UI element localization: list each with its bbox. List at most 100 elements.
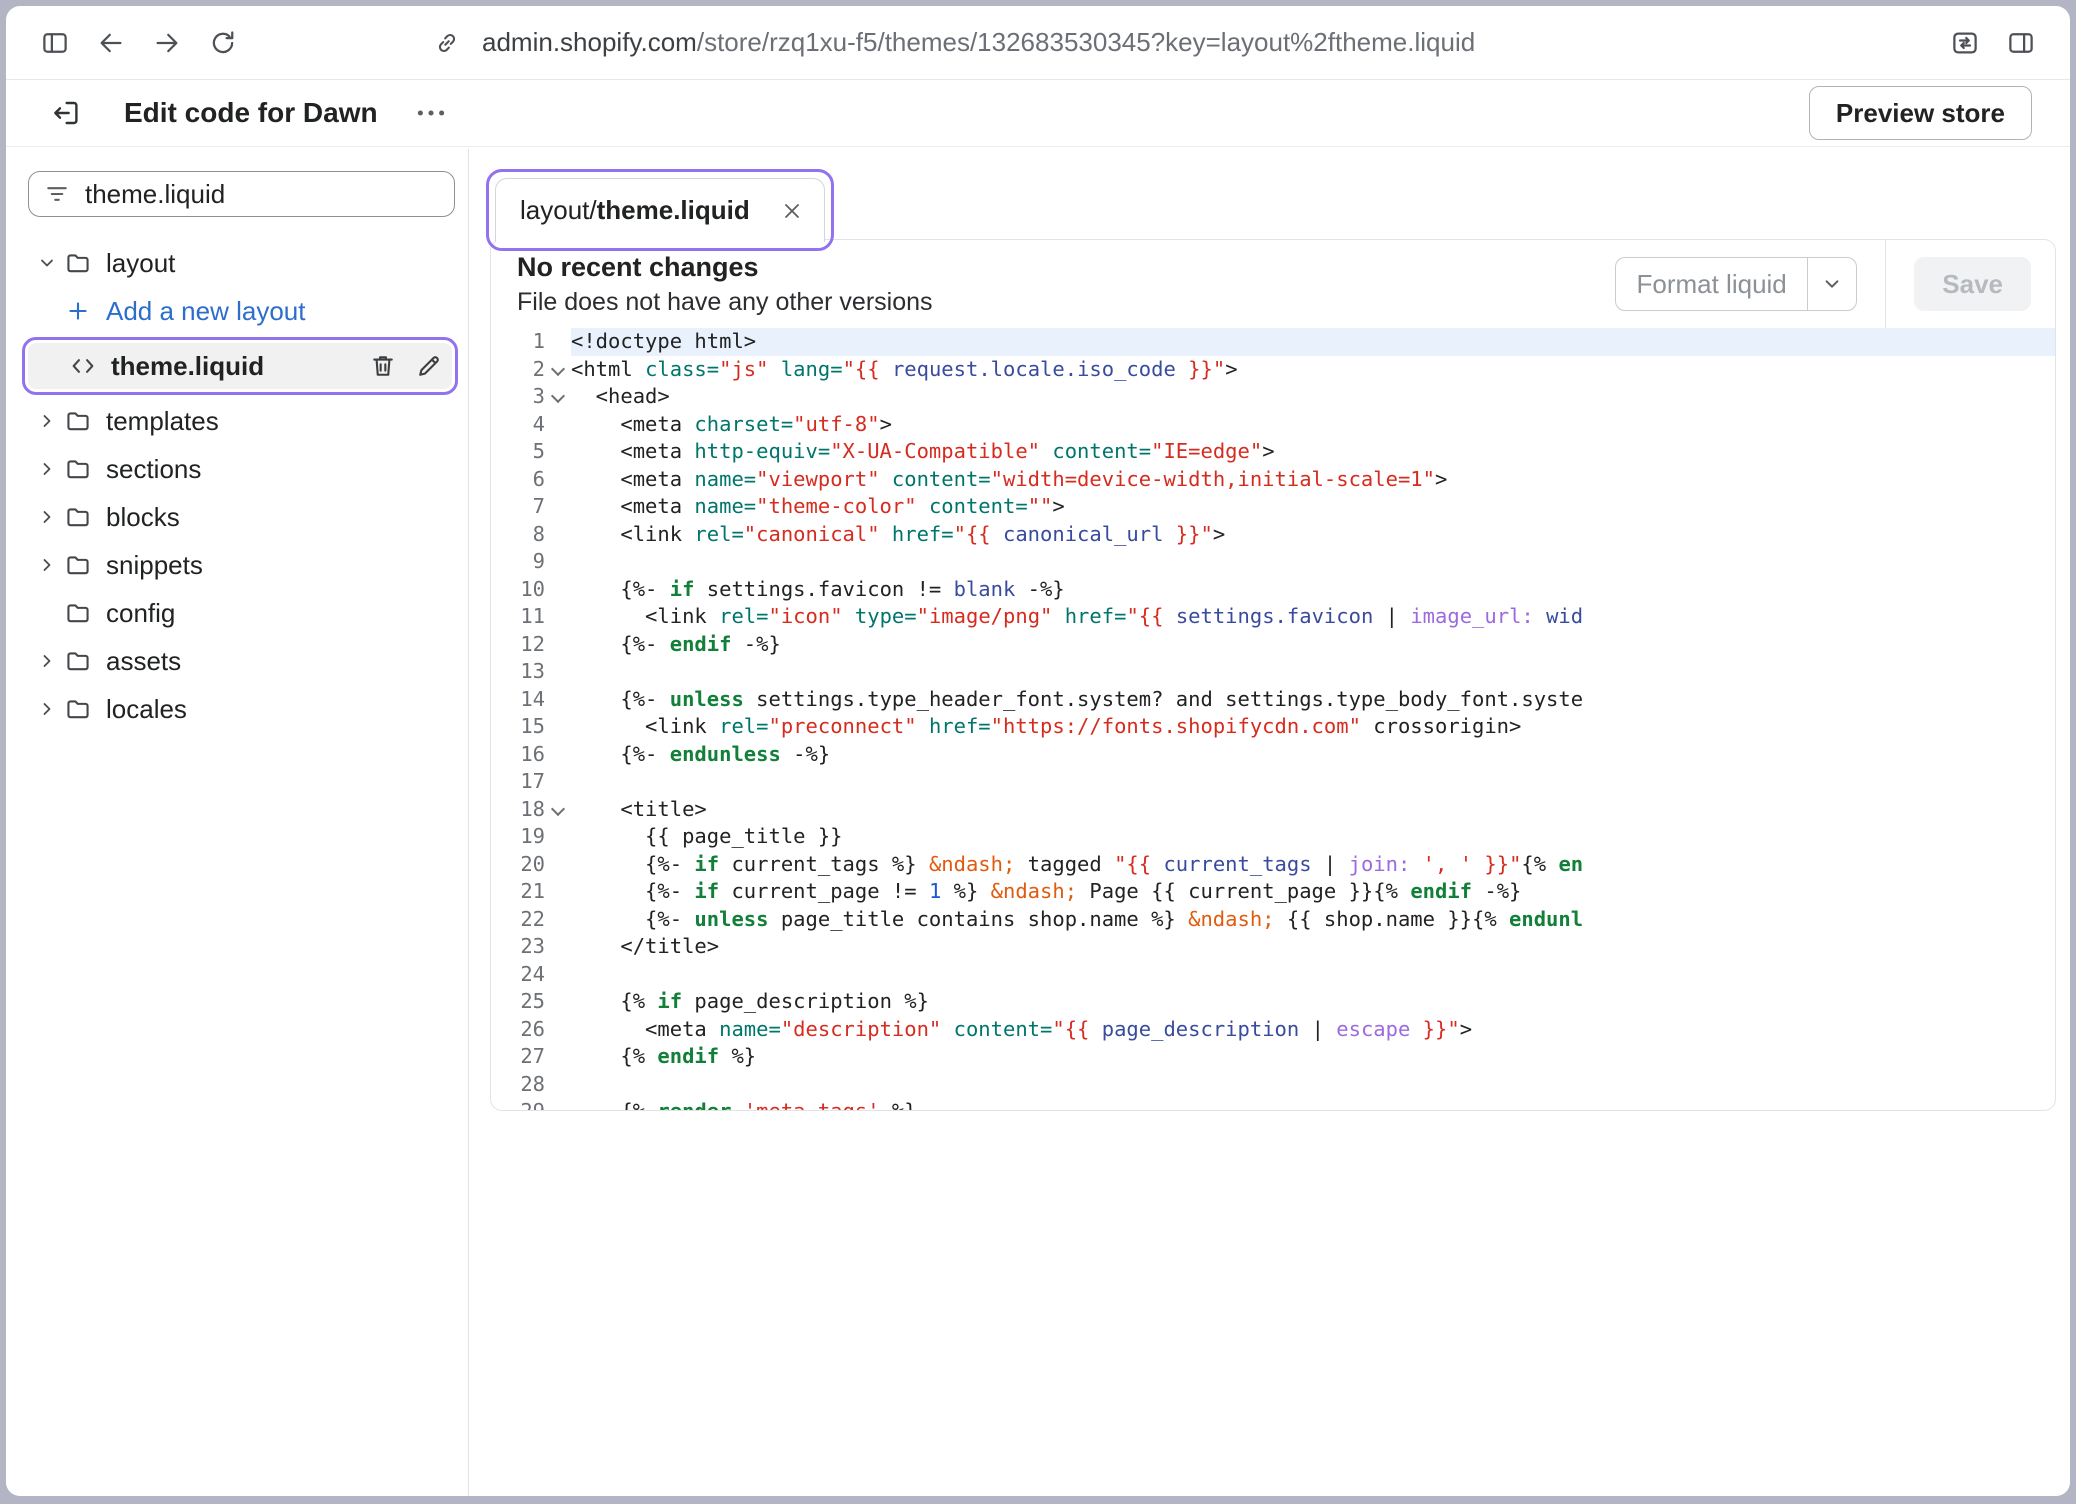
fold-spacer xyxy=(545,823,571,851)
sidebar-toggle-icon[interactable] xyxy=(32,20,78,66)
chevron-right-icon[interactable] xyxy=(30,649,64,673)
chevron-right-icon[interactable] xyxy=(30,505,64,529)
code-line-17[interactable]: 17 xyxy=(491,768,2055,796)
code-line-6[interactable]: 6 <meta name="viewport" content="width=d… xyxy=(491,466,2055,494)
tab-close-icon[interactable] xyxy=(780,199,804,223)
sidebar-folder-locales[interactable]: locales xyxy=(6,685,468,733)
preview-store-button[interactable]: Preview store xyxy=(1809,86,2032,140)
code-line-4[interactable]: 4 <meta charset="utf-8"> xyxy=(491,411,2055,439)
sidebar-folder-blocks[interactable]: blocks xyxy=(6,493,468,541)
code-line-13[interactable]: 13 xyxy=(491,658,2055,686)
code-line-9[interactable]: 9 xyxy=(491,548,2055,576)
fold-spacer xyxy=(545,906,571,934)
code-line-16[interactable]: 16 {%- endunless -%} xyxy=(491,741,2055,769)
folder-icon xyxy=(64,455,104,483)
file-search-box[interactable] xyxy=(28,171,455,217)
line-number: 21 xyxy=(491,878,545,906)
code-line-1[interactable]: 1<!doctype html> xyxy=(491,328,2055,356)
line-number: 15 xyxy=(491,713,545,741)
code-line-text xyxy=(571,658,2055,686)
split-view-icon[interactable] xyxy=(1998,20,2044,66)
code-line-26[interactable]: 26 <meta name="description" content="{{ … xyxy=(491,1016,2055,1044)
code-line-23[interactable]: 23 </title> xyxy=(491,933,2055,961)
code-line-text: <meta name="viewport" content="width=dev… xyxy=(571,466,2055,494)
chevron-right-icon[interactable] xyxy=(30,553,64,577)
fold-chevron-icon[interactable] xyxy=(545,383,571,411)
fold-chevron-icon[interactable] xyxy=(545,796,571,824)
browser-toolbar: admin.shopify.com/store/rzq1xu-f5/themes… xyxy=(6,6,2070,80)
fold-spacer xyxy=(545,438,571,466)
sidebar-folder-templates[interactable]: templates xyxy=(6,397,468,445)
chevron-right-icon[interactable] xyxy=(30,457,64,481)
chevron-down-icon[interactable] xyxy=(1808,271,1856,297)
code-line-7[interactable]: 7 <meta name="theme-color" content=""> xyxy=(491,493,2055,521)
file-search-input[interactable] xyxy=(85,179,440,210)
tab-theme-liquid[interactable]: layout/theme.liquid xyxy=(495,178,825,242)
code-line-15[interactable]: 15 <link rel="preconnect" href="https://… xyxy=(491,713,2055,741)
chevron-right-icon[interactable] xyxy=(30,409,64,433)
chevron-right-icon[interactable] xyxy=(30,697,64,721)
forward-icon[interactable] xyxy=(144,20,190,66)
folder-icon xyxy=(64,647,104,675)
fold-spacer xyxy=(545,878,571,906)
code-line-text: {% render 'meta-tags' %} xyxy=(571,1098,2055,1111)
format-liquid-button[interactable]: Format liquid xyxy=(1615,257,1857,311)
code-line-29[interactable]: 29 {% render 'meta-tags' %} xyxy=(491,1098,2055,1111)
code-line-21[interactable]: 21 {%- if current_page != 1 %} &ndash; P… xyxy=(491,878,2055,906)
code-line-12[interactable]: 12 {%- endif -%} xyxy=(491,631,2055,659)
fold-spacer xyxy=(545,1071,571,1099)
save-button[interactable]: Save xyxy=(1914,257,2031,311)
back-icon[interactable] xyxy=(88,20,134,66)
code-line-28[interactable]: 28 xyxy=(491,1071,2055,1099)
delete-file-icon[interactable] xyxy=(360,352,406,380)
browser-extension-icon[interactable] xyxy=(1942,20,1988,66)
sidebar-folder-snippets[interactable]: snippets xyxy=(6,541,468,589)
code-line-text: {% if page_description %} xyxy=(571,988,2055,1016)
code-line-22[interactable]: 22 {%- unless page_title contains shop.n… xyxy=(491,906,2055,934)
code-line-27[interactable]: 27 {% endif %} xyxy=(491,1043,2055,1071)
fold-spacer xyxy=(545,933,571,961)
fold-spacer xyxy=(545,1098,571,1111)
code-editor[interactable]: 1<!doctype html>2<html class="js" lang="… xyxy=(491,328,2055,1111)
code-line-20[interactable]: 20 {%- if current_tags %} &ndash; tagged… xyxy=(491,851,2055,879)
fold-spacer xyxy=(545,988,571,1016)
format-liquid-label: Format liquid xyxy=(1616,269,1806,300)
line-number: 10 xyxy=(491,576,545,604)
code-line-18[interactable]: 18 <title> xyxy=(491,796,2055,824)
code-line-text: {{ page_title }} xyxy=(571,823,2055,851)
code-line-5[interactable]: 5 <meta http-equiv="X-UA-Compatible" con… xyxy=(491,438,2055,466)
code-line-24[interactable]: 24 xyxy=(491,961,2055,989)
code-line-14[interactable]: 14 {%- unless settings.type_header_font.… xyxy=(491,686,2055,714)
tab-label: layout/theme.liquid xyxy=(520,195,750,226)
code-line-8[interactable]: 8 <link rel="canonical" href="{{ canonic… xyxy=(491,521,2055,549)
code-line-text: {%- if settings.favicon != blank -%} xyxy=(571,576,2055,604)
exit-code-editor-button[interactable] xyxy=(44,91,88,135)
more-options-icon[interactable] xyxy=(414,96,448,130)
code-line-10[interactable]: 10 {%- if settings.favicon != blank -%} xyxy=(491,576,2055,604)
code-line-25[interactable]: 25 {% if page_description %} xyxy=(491,988,2055,1016)
code-line-text: <link rel="icon" type="image/png" href="… xyxy=(571,603,2055,631)
sidebar-folder-assets[interactable]: assets xyxy=(6,637,468,685)
editor-header: No recent changes File does not have any… xyxy=(491,240,2055,328)
sidebar-folder-layout[interactable]: layout xyxy=(6,239,468,287)
sidebar-file-theme-liquid[interactable]: theme.liquid xyxy=(28,343,452,389)
rename-file-icon[interactable] xyxy=(406,352,452,380)
sidebar-folder-sections[interactable]: sections xyxy=(6,445,468,493)
code-line-3[interactable]: 3 <head> xyxy=(491,383,2055,411)
tab-label-name: theme.liquid xyxy=(597,195,750,225)
reload-icon[interactable] xyxy=(200,20,246,66)
line-number: 18 xyxy=(491,796,545,824)
fold-spacer xyxy=(545,1016,571,1044)
code-line-11[interactable]: 11 <link rel="icon" type="image/png" hre… xyxy=(491,603,2055,631)
fold-chevron-icon[interactable] xyxy=(545,356,571,384)
fold-spacer xyxy=(545,686,571,714)
sidebar-folder-config[interactable]: config xyxy=(6,589,468,637)
line-number: 4 xyxy=(491,411,545,439)
url-path: /store/rzq1xu-f5/themes/132683530345?key… xyxy=(697,27,1475,57)
sidebar-action-add-a-new-layout[interactable]: Add a new layout xyxy=(6,287,468,335)
code-line-19[interactable]: 19 {{ page_title }} xyxy=(491,823,2055,851)
address-bar[interactable]: admin.shopify.com/store/rzq1xu-f5/themes… xyxy=(424,20,1932,66)
line-number: 6 xyxy=(491,466,545,494)
code-line-2[interactable]: 2<html class="js" lang="{{ request.local… xyxy=(491,356,2055,384)
chevron-down-icon[interactable] xyxy=(30,251,64,275)
